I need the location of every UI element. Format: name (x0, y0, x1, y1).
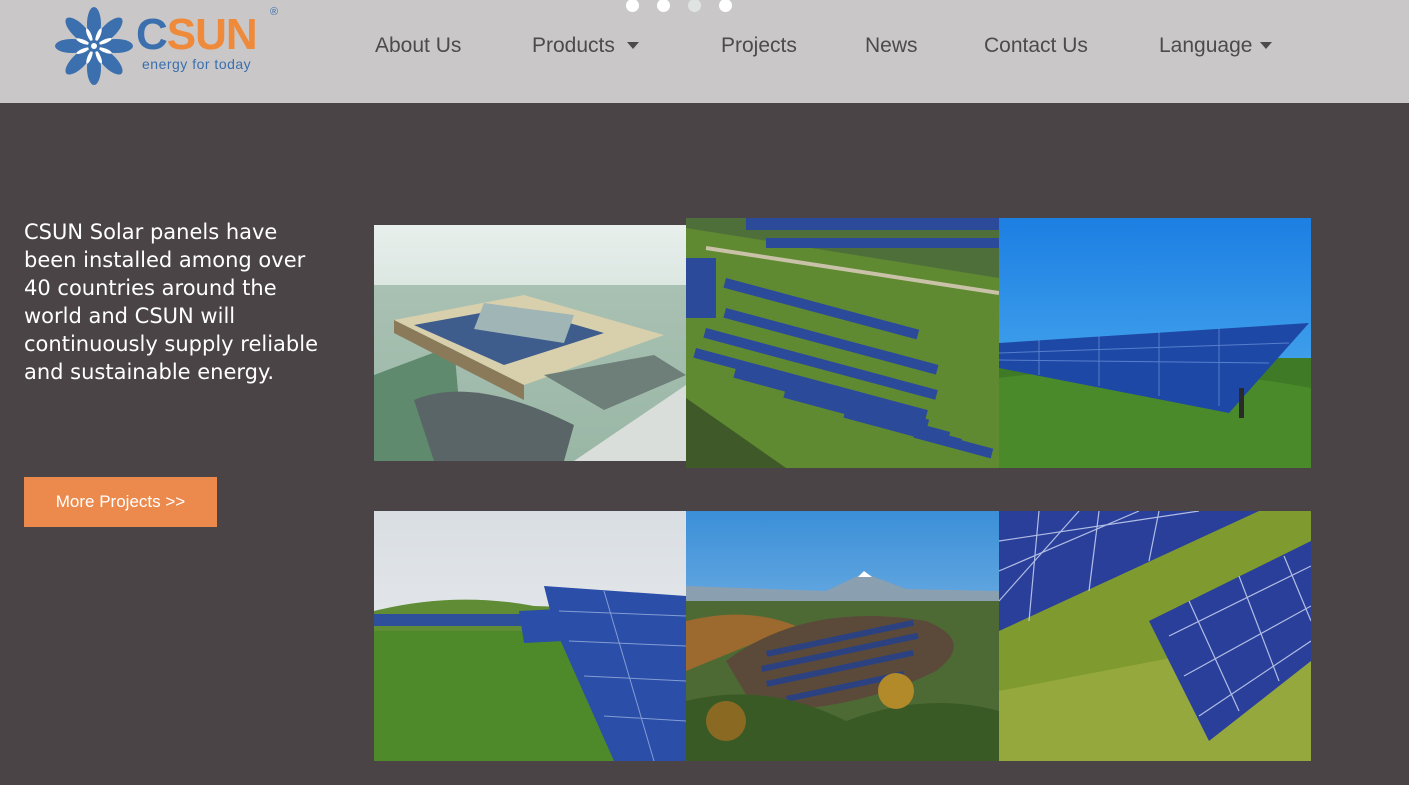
nav-about-us[interactable]: About Us (375, 30, 461, 62)
project-image-ground-array[interactable] (999, 218, 1311, 468)
carousel-dots (626, 0, 732, 12)
airport-rooftop-image (374, 225, 686, 461)
mountain-valley-image (686, 511, 999, 761)
flower-logo-icon (55, 7, 133, 85)
ground-array-image (999, 218, 1311, 468)
project-image-airport-rooftop[interactable] (374, 225, 686, 461)
site-header: CSUN ® energy for today About Us Product… (0, 0, 1409, 103)
logo-tagline: energy for today (142, 56, 252, 72)
carousel-dot-1[interactable] (626, 0, 639, 12)
chevron-down-icon (626, 41, 639, 49)
nav-news[interactable]: News (865, 30, 918, 62)
logo-wordmark-sun: SUN (166, 10, 258, 59)
project-image-panel-closeup[interactable] (999, 511, 1311, 761)
carousel-dot-3[interactable] (688, 0, 701, 12)
project-image-hillside-field[interactable] (686, 218, 999, 468)
intro-text: CSUN Solar panels have been installed am… (24, 220, 318, 384)
carousel-dot-4[interactable] (719, 0, 732, 12)
nav-projects[interactable]: Projects (721, 30, 797, 62)
nav-products[interactable]: Products (532, 30, 639, 62)
panel-closeup-image (999, 511, 1311, 761)
more-projects-button[interactable]: More Projects >> (24, 477, 217, 527)
nav-language[interactable]: Language (1159, 30, 1273, 62)
nav-products-label: Products (532, 34, 615, 57)
registered-mark: ® (270, 6, 279, 18)
carousel-dot-2[interactable] (657, 0, 670, 12)
project-image-grassland-array[interactable] (374, 511, 686, 761)
csun-logo[interactable]: CSUN ® energy for today (54, 4, 284, 88)
chevron-down-icon (1260, 41, 1273, 49)
nav-language-label: Language (1159, 34, 1253, 57)
nav-contact-us[interactable]: Contact Us (984, 30, 1088, 62)
hillside-field-image (686, 218, 999, 468)
grassland-array-image (374, 511, 686, 761)
logo-wordmark-c: C (136, 10, 168, 59)
project-image-mountain-valley[interactable] (686, 511, 999, 761)
logo-wordmark: CSUN (136, 10, 258, 60)
